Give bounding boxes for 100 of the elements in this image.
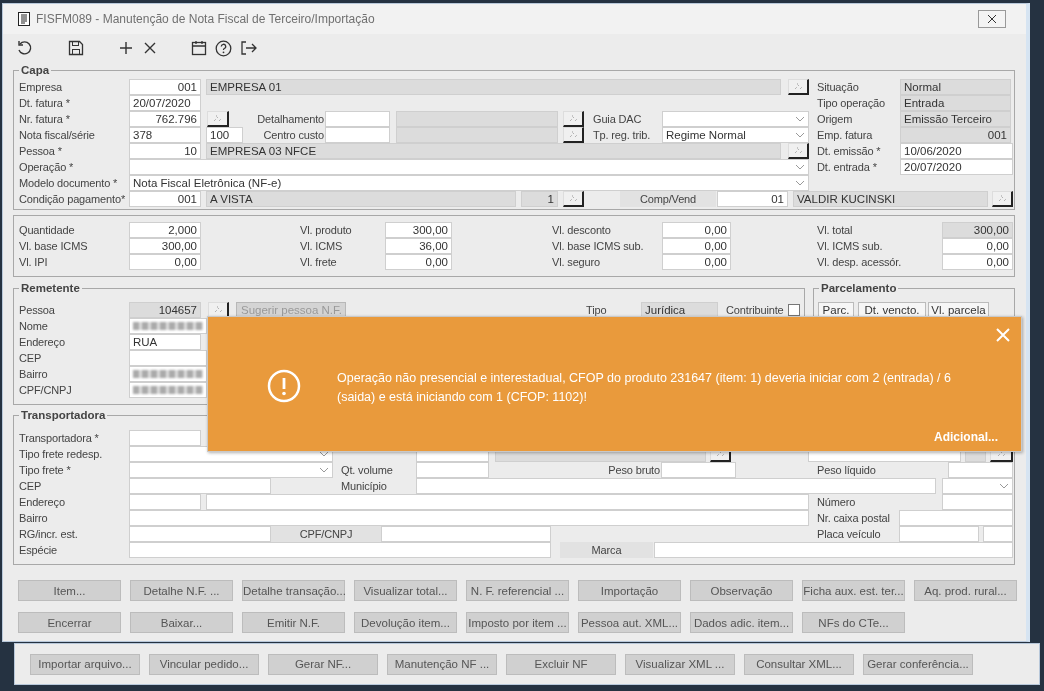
field-label: Município bbox=[341, 479, 388, 494]
text-field[interactable]: 36,00 bbox=[385, 238, 452, 254]
action-button[interactable]: Encerrar bbox=[18, 612, 121, 633]
text-field[interactable] bbox=[129, 542, 551, 558]
lookup-button[interactable] bbox=[788, 79, 809, 95]
refresh-icon[interactable] bbox=[16, 39, 34, 57]
dropdown-field[interactable]: Nota Fiscal Eletrônica (NF-e) bbox=[129, 175, 809, 191]
action-button[interactable]: Imposto por item ... bbox=[466, 612, 569, 633]
text-field[interactable]: 20/07/2020 bbox=[900, 159, 1013, 175]
text-field[interactable]: 378 bbox=[129, 127, 201, 143]
text-field[interactable]: 762.796 bbox=[129, 111, 201, 127]
action-button[interactable]: Consultar XML... bbox=[744, 653, 854, 675]
lookup-button[interactable] bbox=[788, 143, 809, 159]
action-button[interactable]: Manutenção NF ... bbox=[387, 653, 497, 675]
text-field[interactable] bbox=[129, 430, 201, 446]
action-button[interactable]: Visualizar total... bbox=[354, 580, 457, 601]
text-field[interactable] bbox=[899, 526, 979, 542]
text-field[interactable] bbox=[325, 127, 390, 143]
save-icon[interactable] bbox=[67, 39, 85, 57]
text-field[interactable] bbox=[129, 510, 809, 526]
text-field[interactable]: 0,00 bbox=[662, 222, 731, 238]
action-button[interactable]: Item... bbox=[18, 580, 121, 601]
action-button[interactable]: Detalhe N.F. ... bbox=[130, 580, 233, 601]
readonly-field: Entrada bbox=[900, 95, 1011, 111]
text-field[interactable] bbox=[416, 478, 936, 494]
lookup-button[interactable] bbox=[563, 127, 584, 143]
text-field[interactable] bbox=[899, 510, 1013, 526]
action-button[interactable]: Vincular pedido... bbox=[149, 653, 259, 675]
text-field[interactable] bbox=[129, 526, 271, 542]
action-button[interactable]: Dados adic. item... bbox=[690, 612, 793, 633]
text-field[interactable]: 0,00 bbox=[942, 238, 1013, 254]
action-button[interactable]: Pessoa aut. XML... bbox=[578, 612, 681, 633]
dropdown-field[interactable] bbox=[129, 159, 809, 175]
text-field[interactable] bbox=[129, 350, 207, 366]
text-field[interactable]: 0,00 bbox=[385, 254, 452, 270]
text-field[interactable] bbox=[661, 462, 736, 478]
action-button[interactable]: Importar arquivo... bbox=[30, 653, 140, 675]
text-field[interactable] bbox=[206, 494, 809, 510]
dotted-slash-icon bbox=[715, 450, 725, 457]
text-field[interactable] bbox=[129, 494, 201, 510]
text-field[interactable]: 01 bbox=[717, 191, 788, 207]
close-icon[interactable] bbox=[978, 10, 1006, 28]
action-button[interactable]: N. F. referencial ... bbox=[466, 580, 569, 601]
text-field[interactable]: 100 bbox=[206, 127, 243, 143]
calendar-icon[interactable] bbox=[191, 40, 207, 56]
cross-icon[interactable] bbox=[142, 40, 158, 56]
text-field[interactable] bbox=[948, 462, 1013, 478]
lookup-button[interactable] bbox=[563, 111, 584, 127]
action-button[interactable]: Detalhe transação... bbox=[242, 580, 345, 601]
text-field[interactable]: 2,000 bbox=[129, 222, 201, 238]
action-button[interactable]: Baixar... bbox=[130, 612, 233, 633]
action-button[interactable]: Gerar conferência... bbox=[863, 653, 973, 675]
lookup-button[interactable] bbox=[563, 191, 584, 207]
action-button[interactable]: NFs do CTe... bbox=[802, 612, 905, 633]
action-button[interactable]: Ficha aux. est. ter... bbox=[802, 580, 905, 601]
text-field[interactable]: 300,00 bbox=[385, 222, 452, 238]
dropdown-field[interactable] bbox=[662, 111, 809, 127]
action-button[interactable]: Devolução item... bbox=[354, 612, 457, 633]
text-field[interactable]: 0,00 bbox=[662, 238, 731, 254]
action-button[interactable]: Observação bbox=[690, 580, 793, 601]
action-button[interactable]: Aq. prod. rural... bbox=[914, 580, 1017, 601]
text-field[interactable]: 001 bbox=[129, 79, 201, 95]
readonly-field: 300,00 bbox=[942, 222, 1013, 238]
text-field[interactable]: 0,00 bbox=[129, 254, 201, 270]
text-field[interactable] bbox=[654, 542, 1013, 558]
text-field[interactable]: 0,00 bbox=[662, 254, 731, 270]
help-icon[interactable] bbox=[215, 39, 232, 57]
action-button[interactable]: Gerar NF... bbox=[268, 653, 378, 675]
text-field[interactable] bbox=[381, 526, 551, 542]
text-field[interactable]: 10 bbox=[129, 143, 201, 159]
action-button[interactable]: Emitir N.F. bbox=[242, 612, 345, 633]
action-button[interactable]: Excluir NF bbox=[506, 653, 616, 675]
dropdown-field[interactable]: Regime Normal bbox=[662, 127, 809, 143]
field-label: Detalhamento bbox=[256, 112, 324, 127]
text-field[interactable] bbox=[416, 462, 489, 478]
lookup-button[interactable] bbox=[992, 191, 1013, 207]
blurred-field[interactable] bbox=[129, 382, 207, 398]
action-button[interactable]: Visualizar XML ... bbox=[625, 653, 735, 675]
text-field[interactable]: 001 bbox=[129, 191, 201, 207]
action-button[interactable]: Importação bbox=[578, 580, 681, 601]
dropdown-field[interactable] bbox=[129, 462, 333, 478]
lookup-button[interactable] bbox=[207, 111, 229, 127]
text-field[interactable] bbox=[942, 494, 1013, 510]
text-field[interactable]: 300,00 bbox=[129, 238, 201, 254]
text-field[interactable]: RUA bbox=[129, 334, 201, 350]
dropdown-field[interactable] bbox=[942, 478, 1013, 494]
checkbox[interactable] bbox=[788, 304, 800, 316]
exit-icon[interactable] bbox=[240, 40, 257, 56]
blurred-field[interactable] bbox=[129, 318, 207, 334]
field-label: Nr. fatura * bbox=[19, 112, 71, 127]
text-field[interactable]: 0,00 bbox=[942, 254, 1013, 270]
text-field[interactable] bbox=[983, 526, 1013, 542]
plus-icon[interactable] bbox=[118, 40, 134, 56]
field-label: Operação * bbox=[19, 160, 75, 175]
text-field[interactable] bbox=[129, 478, 271, 494]
text-field[interactable]: 20/07/2020 bbox=[129, 95, 201, 111]
text-field[interactable] bbox=[325, 111, 390, 127]
field-label: Nome bbox=[19, 319, 49, 334]
text-field[interactable]: 10/06/2020 bbox=[900, 143, 1013, 159]
blurred-field[interactable] bbox=[129, 366, 207, 382]
